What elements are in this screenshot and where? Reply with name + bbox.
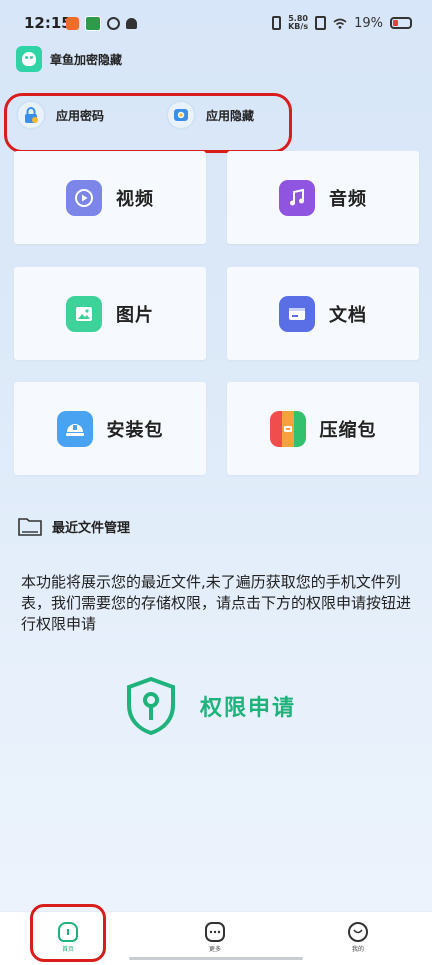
network-speed: 5.80 KB/s (288, 15, 308, 31)
nav-item-more[interactable]: 更多 (185, 922, 245, 953)
category-label: 文档 (329, 304, 367, 326)
recent-files-title: 最近文件管理 (52, 520, 131, 536)
category-tile-document[interactable]: 文档 (227, 267, 419, 360)
notification-app-icon (66, 17, 79, 30)
system-icons: 5.80 KB/s 19% (272, 15, 412, 31)
category-label: 音频 (329, 188, 367, 210)
archive-icon (269, 410, 306, 447)
more-icon (205, 922, 225, 942)
battery-percent: 19% (354, 15, 383, 31)
category-label: 图片 (116, 304, 154, 326)
document-icon (279, 295, 315, 332)
shield-key-icon (127, 676, 175, 736)
nav-label-profile: 我的 (351, 946, 364, 953)
status-bar: 12:15 5.80 KB/s 19% (0, 0, 432, 48)
battery-icon (390, 17, 412, 29)
folder-icon (18, 518, 42, 536)
sync-icon (107, 17, 120, 30)
annotation-highlight (30, 904, 106, 962)
nav-item-profile[interactable]: 我的 (328, 922, 388, 953)
category-label: 安装包 (106, 419, 164, 441)
gesture-bar[interactable] (129, 957, 303, 960)
notification-icons (66, 16, 137, 31)
network-speed-unit: KB/s (288, 22, 309, 31)
notification-app-icon (85, 16, 101, 31)
nav-label-more: 更多 (208, 946, 221, 953)
category-label: 压缩包 (319, 419, 377, 441)
category-tile-archive[interactable]: 压缩包 (227, 382, 419, 475)
package-icon (56, 410, 93, 447)
annotation-highlight (4, 93, 292, 153)
category-tile-audio[interactable]: 音频 (227, 151, 419, 244)
sim-icon (315, 16, 327, 30)
vibrate-icon (272, 16, 282, 30)
bell-icon (126, 18, 137, 29)
permission-notice: 本功能将展示您的最近文件,未了遍历获取您的手机文件列表，我们需要您的存储权限，请… (21, 573, 412, 633)
recent-files-header: 最近文件管理 (18, 516, 130, 536)
wifi-icon (333, 18, 347, 29)
app-header: 章鱼加密隐藏 (16, 46, 122, 72)
category-label: 视频 (116, 188, 154, 210)
category-tile-video[interactable]: 视频 (14, 151, 206, 244)
profile-icon (348, 922, 368, 942)
image-icon (66, 295, 102, 332)
category-tile-package[interactable]: 安装包 (14, 382, 206, 475)
category-tile-image[interactable]: 图片 (14, 267, 206, 360)
permission-request-button[interactable]: 权限申请 (124, 676, 296, 736)
app-title: 章鱼加密隐藏 (50, 52, 123, 67)
video-icon (66, 179, 102, 216)
status-time: 12:15 (24, 14, 72, 32)
permission-request-label: 权限申请 (200, 696, 297, 721)
music-icon (279, 179, 315, 216)
octopus-logo-icon (16, 46, 42, 72)
